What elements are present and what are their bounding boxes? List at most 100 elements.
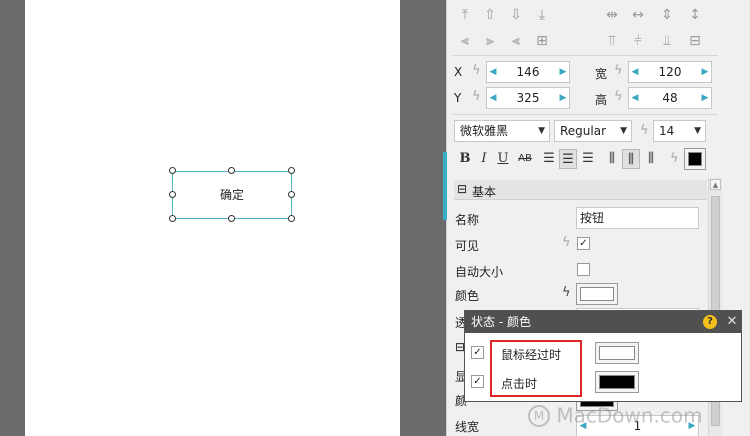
bold-button[interactable]: B [456, 149, 474, 169]
font-family-select[interactable]: 微软雅黑 ▼ [454, 120, 550, 142]
section-basic-title: 基本 [472, 185, 497, 199]
align-bottom-edge-icon[interactable]: ⫫ [658, 32, 676, 50]
y-decrement-icon[interactable]: ◀ [487, 88, 499, 108]
font-state-bolt-icon[interactable]: ϟ [640, 123, 649, 138]
italic-button[interactable]: I [475, 149, 493, 169]
y-increment-icon[interactable]: ▶ [557, 88, 569, 108]
y-state-bolt-icon[interactable]: ϟ [472, 89, 481, 104]
arrow-down-icon[interactable]: ⇩ [507, 6, 525, 24]
line-width-label: 线宽 [455, 420, 480, 434]
font-family-value: 微软雅黑 [460, 124, 509, 138]
font-size-select[interactable]: 14 ▼ [653, 120, 706, 142]
height-state-bolt-icon[interactable]: ϟ [614, 89, 623, 104]
text-color-button[interactable] [684, 148, 706, 170]
resize-handle-s[interactable] [228, 215, 235, 222]
width-label: 宽 [595, 67, 608, 81]
align-top-edge-icon[interactable]: ⫪ [603, 32, 621, 50]
text-align-left-icon[interactable]: ☰ [540, 149, 558, 169]
distribute-vertical-icon[interactable]: ⇕ [658, 6, 676, 24]
text-align-center-icon[interactable]: ☰ [559, 149, 577, 169]
autosize-checkbox[interactable] [577, 263, 590, 276]
watermark: M MacDown.com [528, 402, 703, 436]
collapse-icon[interactable]: ⊟ [457, 182, 467, 196]
section-basic-header[interactable]: ⊟ 基本 [454, 180, 707, 200]
visible-checkbox[interactable]: ✓ [577, 237, 590, 250]
text-valign-top-icon[interactable]: ⫼ [603, 149, 621, 169]
width-value[interactable]: 120 [643, 62, 697, 82]
panel-active-marker [443, 152, 447, 220]
align-left-icon[interactable]: ⫷ [456, 32, 474, 50]
color-button[interactable] [576, 283, 618, 305]
toolbar-divider [452, 55, 718, 56]
x-state-bolt-icon[interactable]: ϟ [472, 63, 481, 78]
y-label: Y [454, 91, 462, 105]
resize-handle-se[interactable] [288, 215, 295, 222]
scroll-up-icon[interactable]: ▲ [710, 179, 721, 190]
height-label: 高 [595, 93, 608, 107]
visible-label: 可见 [455, 239, 480, 253]
align-vcenter-icon[interactable]: ⫩ [629, 32, 647, 50]
chevron-down-icon: ▼ [620, 126, 627, 136]
text-align-right-icon[interactable]: ☰ [579, 149, 597, 169]
width-state-bolt-icon[interactable]: ϟ [614, 63, 623, 78]
press-color-swatch [599, 375, 635, 389]
y-stepper[interactable]: ◀ 325 ▶ [486, 87, 570, 109]
resize-handle-sw[interactable] [169, 215, 176, 222]
height-decrement-icon[interactable]: ◀ [629, 88, 641, 108]
text-valign-middle-icon[interactable]: ⫼ [622, 149, 640, 169]
align-bottom-icon[interactable]: ⤓ [533, 6, 551, 24]
chevron-down-icon: ▼ [538, 126, 545, 136]
height-value[interactable]: 48 [643, 88, 697, 108]
align-right-icon[interactable]: ⫷ [507, 32, 525, 50]
name-label: 名称 [455, 213, 480, 227]
resize-handle-ne[interactable] [288, 167, 295, 174]
x-stepper[interactable]: ◀ 146 ▶ [486, 61, 570, 83]
x-decrement-icon[interactable]: ◀ [487, 62, 499, 82]
width-stepper[interactable]: ◀ 120 ▶ [628, 61, 712, 83]
press-state-checkbox[interactable]: ✓ [471, 375, 484, 388]
visible-state-bolt-icon[interactable]: ϟ [562, 235, 571, 250]
geometry-divider [452, 114, 718, 115]
width-increment-icon[interactable]: ▶ [699, 62, 711, 82]
autosize-label: 自动大小 [455, 265, 504, 279]
watermark-text: MacDown.com [556, 403, 703, 428]
distribute-height-icon[interactable]: ↕ [686, 6, 704, 24]
hover-color-swatch [599, 346, 635, 360]
distribute-width-icon[interactable]: ↔ [629, 6, 647, 24]
font-size-value: 14 [659, 124, 675, 138]
popup-titlebar[interactable]: 状态 - 颜色 ? ✕ [465, 311, 741, 333]
text-color-state-bolt-icon[interactable]: ϟ [670, 151, 679, 166]
resize-handle-e[interactable] [288, 191, 295, 198]
align-stack-icon[interactable]: ⊟ [686, 32, 704, 50]
name-field[interactable]: 按钮 [576, 207, 699, 229]
press-color-button[interactable] [595, 371, 639, 393]
chevron-down-icon: ▼ [694, 126, 701, 136]
hover-state-checkbox[interactable]: ✓ [471, 346, 484, 359]
width-decrement-icon[interactable]: ◀ [629, 62, 641, 82]
arrow-up-icon[interactable]: ⇧ [481, 6, 499, 24]
resize-handle-nw[interactable] [169, 167, 176, 174]
font-style-select[interactable]: Regular ▼ [554, 120, 632, 142]
hover-color-button[interactable] [595, 342, 639, 364]
color-state-bolt-icon[interactable]: ϟ [562, 285, 571, 300]
resize-handle-n[interactable] [228, 167, 235, 174]
height-stepper[interactable]: ◀ 48 ▶ [628, 87, 712, 109]
text-valign-bottom-icon[interactable]: ⫼ [642, 149, 660, 169]
close-icon[interactable]: ✕ [725, 313, 739, 331]
color-swatch [580, 287, 614, 301]
strikethrough-button[interactable]: AB [514, 149, 536, 169]
distribute-horizontal-icon[interactable]: ⇹ [603, 6, 621, 24]
align-center-icon[interactable]: ⫸ [481, 32, 499, 50]
align-grid-icon[interactable]: ⊞ [533, 32, 551, 50]
font-style-value: Regular [560, 124, 607, 138]
y-value[interactable]: 325 [501, 88, 555, 108]
help-icon[interactable]: ? [703, 315, 717, 329]
underline-button[interactable]: U [494, 149, 512, 169]
x-increment-icon[interactable]: ▶ [557, 62, 569, 82]
align-top-icon[interactable]: ⤒ [456, 6, 474, 24]
resize-handle-w[interactable] [169, 191, 176, 198]
x-value[interactable]: 146 [501, 62, 555, 82]
button-widget[interactable]: 确定 [172, 171, 292, 219]
height-increment-icon[interactable]: ▶ [699, 88, 711, 108]
highlight-annotation [490, 340, 582, 397]
